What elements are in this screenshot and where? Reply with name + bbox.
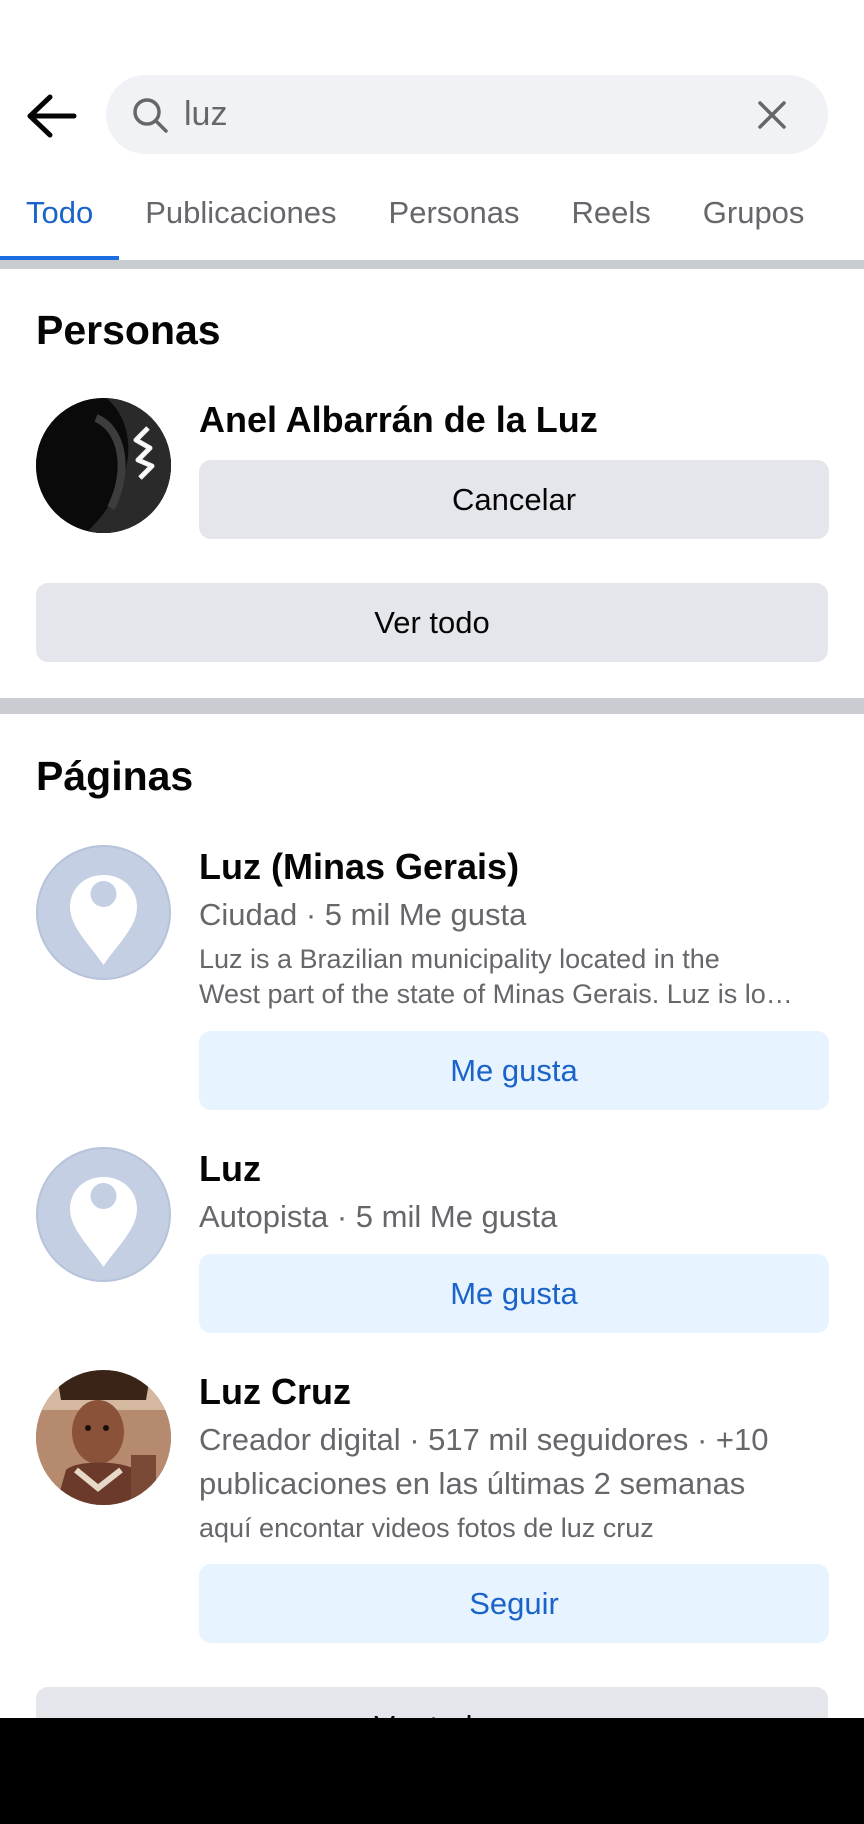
filter-tabs: Todo Publicaciones Personas Reels Grupos [0,170,864,260]
search-input[interactable] [184,75,704,154]
page-name[interactable]: Luz [199,1148,261,1190]
page-name[interactable]: Luz (Minas Gerais) [199,846,519,888]
button-label: Me gusta [450,1052,578,1088]
search-results-screen: Todo Publicaciones Personas Reels Grupos… [0,0,864,1718]
page-meta: Ciudad · 5 mil Me gusta [199,897,527,932]
page-meta: Autopista · 5 mil Me gusta [199,1199,558,1234]
see-all-people-button[interactable]: Ver todo [36,583,828,662]
page-meta: Creador digital · 517 mil seguidores · +… [199,1422,769,1457]
button-label: Ver todo [374,604,490,640]
tab-label: Todo [26,195,94,230]
like-page-button[interactable]: Me gusta [199,1254,829,1333]
location-pin-icon[interactable] [36,845,171,980]
button-label: Ver todo [374,1709,489,1718]
tab-label: Grupos [702,195,805,230]
system-navigation-bar [0,1718,864,1824]
clear-search-icon[interactable] [752,95,792,135]
section-title-personas: Personas [36,307,221,353]
tab-label: Personas [388,195,520,230]
tab-todo[interactable]: Todo [0,170,120,260]
button-label: Cancelar [451,481,577,517]
page-description: aquí encontar videos fotos de luz cruz [199,1513,654,1543]
tab-label: Publicaciones [145,195,337,230]
description-line: West part of the state of Minas Gerais. … [199,979,793,1009]
see-all-pages-button[interactable]: Ver todo [36,1687,828,1718]
section-divider [0,698,864,714]
button-label: Me gusta [450,1275,578,1311]
follow-button[interactable]: Seguir [199,1564,829,1643]
description-line: Luz is a Brazilian municipality located … [199,944,720,974]
tab-grupos[interactable]: Grupos [677,170,831,260]
person-name[interactable]: Anel Albarrán de la Luz [199,399,598,441]
page-description: Luz is a Brazilian municipality located … [199,942,829,1012]
tab-label: Reels [571,195,651,230]
page-name[interactable]: Luz Cruz [199,1371,351,1413]
search-header [0,0,864,160]
tab-personas[interactable]: Personas [363,170,546,260]
search-icon [130,95,170,135]
button-label: Seguir [469,1585,559,1621]
section-title-paginas: Páginas [36,753,194,799]
back-arrow-icon[interactable] [22,86,82,146]
cancel-request-button[interactable]: Cancelar [199,460,829,539]
page-meta: publicaciones en las últimas 2 semanas [199,1466,746,1501]
avatar[interactable] [36,398,171,533]
divider [0,260,864,269]
search-bar[interactable] [106,75,828,154]
avatar[interactable] [36,1370,171,1505]
location-pin-icon[interactable] [36,1147,171,1282]
tab-publicaciones[interactable]: Publicaciones [119,170,362,260]
tab-reels[interactable]: Reels [546,170,677,260]
like-page-button[interactable]: Me gusta [199,1031,829,1110]
